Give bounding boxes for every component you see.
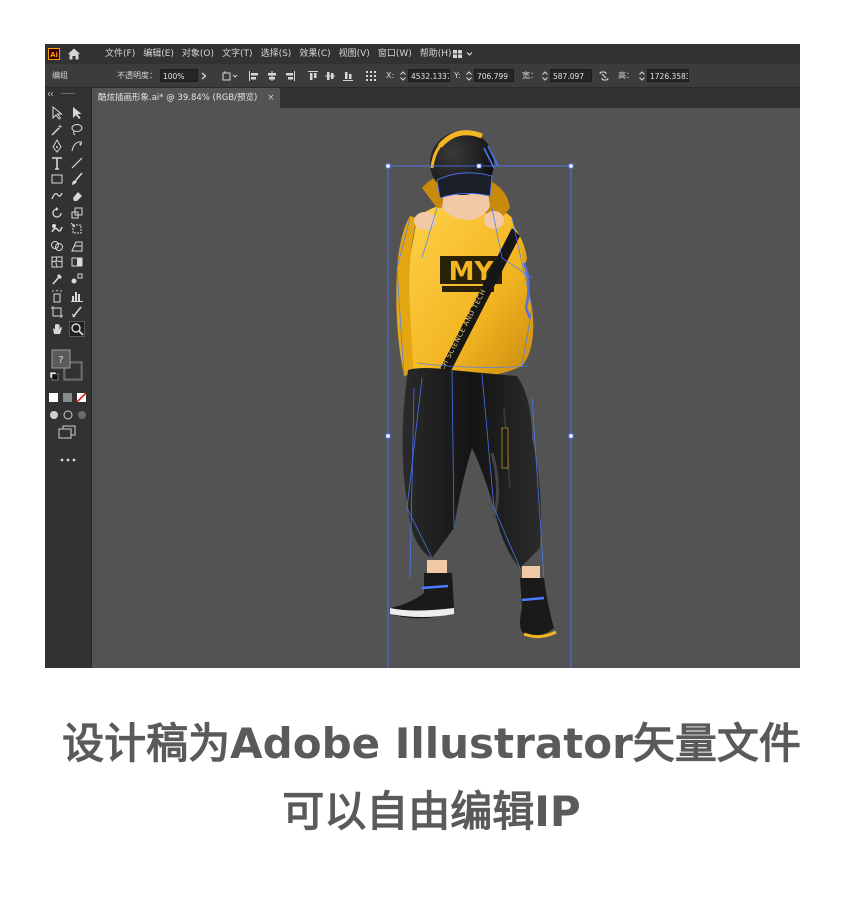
fill-stroke-swatch[interactable]: ?: [49, 348, 84, 382]
align-bottom-icon[interactable]: [342, 70, 354, 82]
home-icon[interactable]: [67, 47, 81, 61]
mesh-tool-icon[interactable]: [50, 255, 64, 269]
scale-tool-icon[interactable]: [70, 206, 84, 220]
selection-type-label: 编组: [52, 71, 68, 80]
workspace-switcher-icon[interactable]: [453, 49, 475, 59]
menu-file[interactable]: 文件(F): [101, 44, 139, 64]
menu-help[interactable]: 帮助(H): [416, 44, 456, 64]
height-label: 高：: [618, 71, 634, 80]
align-middle-icon[interactable]: [324, 70, 336, 82]
y-position-input[interactable]: 706.799: [474, 69, 514, 82]
svg-text:?: ?: [58, 355, 63, 366]
constrain-proportions-icon[interactable]: [598, 70, 610, 82]
artboard-tool-icon[interactable]: [50, 305, 64, 319]
more-tools-icon[interactable]: [59, 448, 77, 462]
opacity-label: 不透明度：: [117, 71, 157, 80]
type-tool-icon[interactable]: [50, 156, 64, 170]
symbol-sprayer-tool-icon[interactable]: [50, 289, 64, 303]
control-bar: 编组 不透明度： 100% X: 4532.1337 Y: 706.799 宽：…: [45, 64, 800, 88]
free-transform-tool-icon[interactable]: [70, 222, 84, 236]
right-ankle: [522, 566, 540, 580]
shape-builder-tool-icon[interactable]: [50, 239, 64, 253]
rectangle-tool-icon[interactable]: [50, 172, 64, 186]
caption-line-1: 设计稿为Adobe Illustrator矢量文件: [62, 719, 801, 768]
artboard-align-icon[interactable]: [222, 70, 238, 82]
blend-tool-icon[interactable]: [70, 272, 84, 286]
panel-collapse-icon[interactable]: [45, 90, 92, 98]
document-tab-bar: 酷炫插画形象.ai* @ 39.84% (RGB/预览) ×: [92, 88, 800, 108]
menu-view[interactable]: 视图(V): [335, 44, 374, 64]
line-tool-icon[interactable]: [70, 156, 84, 170]
illustrator-window: Ai 文件(F) 编辑(E) 对象(O) 文字(T) 选择(S) 效果(C) 视…: [45, 44, 800, 668]
x-position-input[interactable]: 4532.1337: [408, 69, 450, 82]
magic-wand-tool-icon[interactable]: [50, 123, 64, 137]
width-stepper-icon[interactable]: [542, 70, 548, 82]
column-graph-tool-icon[interactable]: [70, 289, 84, 303]
side-label: [501, 427, 509, 469]
pen-tool-icon[interactable]: [50, 139, 64, 153]
pants: [402, 368, 541, 568]
shaper-tool-icon[interactable]: [50, 189, 64, 203]
eraser-tool-icon[interactable]: [70, 189, 84, 203]
paintbrush-tool-icon[interactable]: [70, 172, 84, 186]
character-artwork[interactable]: MY LOGITECH SCIENCE AND TECH: [92, 108, 800, 668]
menu-object[interactable]: 对象(O): [178, 44, 218, 64]
direct-selection-tool-icon[interactable]: [70, 106, 84, 120]
menu-edit[interactable]: 编辑(E): [139, 44, 178, 64]
app-logo: Ai: [48, 48, 60, 60]
width-input[interactable]: 587.097: [550, 69, 592, 82]
perspective-grid-tool-icon[interactable]: [70, 239, 84, 253]
opacity-input[interactable]: 100%: [160, 69, 198, 82]
right-shoe: [520, 578, 554, 637]
close-tab-icon[interactable]: ×: [267, 93, 274, 103]
color-mode-buttons[interactable]: [48, 389, 88, 403]
align-left-icon[interactable]: [248, 70, 260, 82]
rotate-tool-icon[interactable]: [50, 206, 64, 220]
height-input[interactable]: 1726.3583: [647, 69, 689, 82]
align-top-icon[interactable]: [307, 70, 319, 82]
lasso-tool-icon[interactable]: [70, 123, 84, 137]
artboard-canvas[interactable]: MY LOGITECH SCIENCE AND TECH: [92, 108, 800, 668]
main-menu: 文件(F) 编辑(E) 对象(O) 文字(T) 选择(S) 效果(C) 视图(V…: [101, 44, 456, 64]
align-right-icon[interactable]: [284, 70, 296, 82]
handle-tl: [385, 163, 391, 169]
selection-tool-icon[interactable]: [50, 106, 64, 120]
document-tab[interactable]: 酷炫插画形象.ai* @ 39.84% (RGB/预览) ×: [92, 88, 281, 108]
x-stepper-icon[interactable]: [400, 70, 406, 82]
reference-point-icon[interactable]: [365, 70, 377, 82]
tools-panel: ?: [45, 88, 92, 668]
x-label: X:: [386, 71, 395, 80]
handle-tm: [476, 163, 482, 169]
handle-ml: [385, 433, 391, 439]
menu-window[interactable]: 窗口(W): [374, 44, 416, 64]
y-label: Y:: [454, 71, 461, 80]
align-center-icon[interactable]: [266, 70, 278, 82]
eyedropper-tool-icon[interactable]: [50, 272, 64, 286]
hand-tool-icon[interactable]: [50, 322, 64, 336]
menu-effect[interactable]: 效果(C): [295, 44, 334, 64]
draw-mode-icon[interactable]: [48, 406, 88, 420]
height-stepper-icon[interactable]: [639, 70, 645, 82]
curvature-tool-icon[interactable]: [70, 139, 84, 153]
screen-mode-icon[interactable]: [58, 424, 76, 439]
y-stepper-icon[interactable]: [466, 70, 472, 82]
menu-type[interactable]: 文字(T): [218, 44, 257, 64]
gradient-tool-icon[interactable]: [70, 255, 84, 269]
menu-select[interactable]: 选择(S): [257, 44, 296, 64]
handle-mr: [568, 433, 574, 439]
menu-bar: Ai 文件(F) 编辑(E) 对象(O) 文字(T) 选择(S) 效果(C) 视…: [45, 44, 800, 64]
warp-tool-icon[interactable]: [50, 222, 64, 236]
handle-tr: [568, 163, 574, 169]
caption-line-2: 可以自由编辑IP: [282, 787, 581, 836]
chevron-right-icon[interactable]: [198, 70, 210, 82]
width-label: 宽：: [522, 71, 538, 80]
document-tab-title: 酷炫插画形象.ai* @ 39.84% (RGB/预览): [98, 93, 258, 103]
zoom-tool-icon[interactable]: [69, 320, 85, 337]
slice-tool-icon[interactable]: [70, 305, 84, 319]
